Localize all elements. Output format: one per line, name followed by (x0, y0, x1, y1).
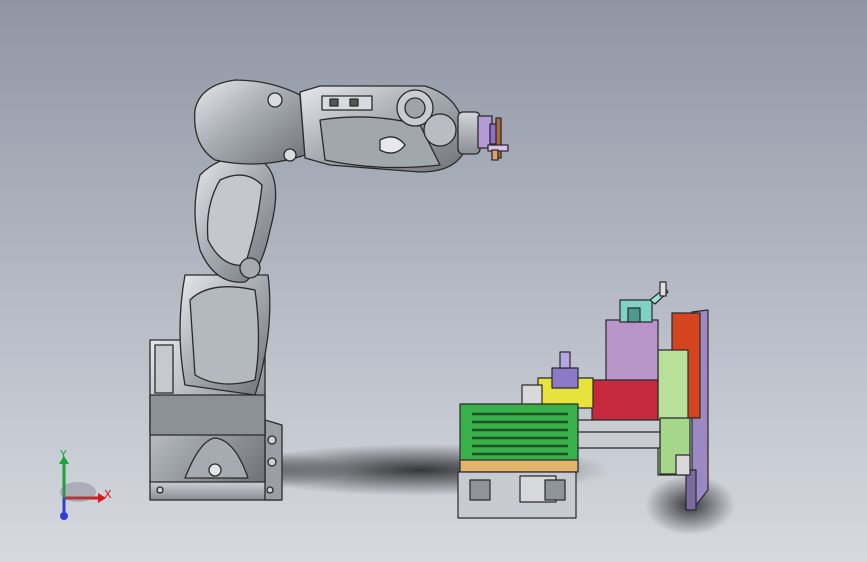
robot-shoulder[interactable] (194, 79, 306, 165)
pale-green-column[interactable] (657, 349, 691, 476)
teal-clamp[interactable] (619, 281, 669, 323)
small-purple-part[interactable] (551, 351, 579, 389)
y-axis-label: Y (59, 448, 67, 461)
robot-lower-arm[interactable] (179, 156, 277, 396)
robot-cell-model[interactable]: X Y (0, 0, 867, 562)
axis-triad[interactable]: X Y (59, 448, 112, 520)
fixture-base[interactable] (457, 471, 577, 519)
linear-rail[interactable] (574, 419, 661, 449)
red-block[interactable] (591, 379, 659, 421)
green-pallet[interactable] (459, 403, 579, 473)
cad-viewport[interactable]: X Y (0, 0, 867, 562)
robot-arm[interactable] (149, 79, 509, 501)
x-axis-label: X (104, 488, 112, 501)
purple-block[interactable] (605, 319, 659, 383)
robot-upper-arm[interactable] (299, 85, 466, 173)
